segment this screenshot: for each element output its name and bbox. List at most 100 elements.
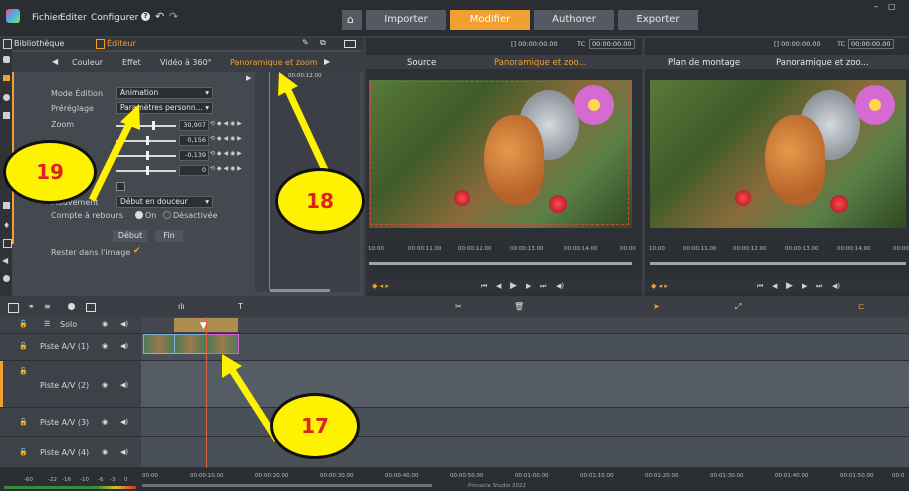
volume-icon[interactable]: ◀) bbox=[556, 282, 564, 290]
lock-icon[interactable]: 🔓 bbox=[19, 320, 28, 328]
start-button[interactable]: Début bbox=[113, 230, 147, 242]
track-4-lane[interactable] bbox=[141, 437, 909, 468]
speaker-icon[interactable]: ◀) bbox=[120, 448, 128, 456]
x-keyframe-controls[interactable]: ⟲ ◆ ◀ ◉ ▶ bbox=[210, 135, 242, 142]
maximize-icon[interactable]: ▢ bbox=[888, 2, 896, 11]
timeline-tc-field[interactable]: 00:00:00.00 bbox=[848, 39, 894, 49]
speaker-tool-icon[interactable]: ◀ bbox=[2, 256, 8, 265]
checkmark-icon[interactable]: ✔ bbox=[133, 246, 141, 256]
help-icon[interactable]: ? bbox=[141, 12, 150, 21]
menu-configure[interactable]: Configurer bbox=[91, 13, 138, 23]
visibility-icon[interactable]: ◉ bbox=[102, 418, 108, 426]
timeline-clip[interactable] bbox=[143, 334, 175, 354]
source-ruler[interactable]: 10:00 00:00:11.00 00:00:12.00 00:00:13.0… bbox=[366, 244, 642, 258]
audio-wave-icon[interactable]: ılı bbox=[178, 302, 185, 311]
menu-edit[interactable]: Editer bbox=[60, 13, 87, 23]
tab-timeline[interactable]: Plan de montage bbox=[668, 58, 740, 68]
countdown-on-radio[interactable] bbox=[135, 211, 143, 219]
volume-icon[interactable]: ◀) bbox=[832, 282, 840, 290]
lock-icon[interactable]: 🔓 bbox=[19, 448, 28, 456]
timeline-scrollbar[interactable] bbox=[142, 484, 432, 487]
nav-edit-button[interactable]: Modifier bbox=[450, 10, 530, 30]
x-slider-thumb[interactable] bbox=[146, 136, 149, 145]
keyframe-icon[interactable]: ◆ ◂ ▸ bbox=[372, 282, 389, 290]
movement-select[interactable]: Début en douceur ▾ bbox=[116, 196, 213, 208]
layout-icon[interactable] bbox=[344, 40, 356, 48]
step-back-icon[interactable]: ◀ bbox=[496, 282, 501, 290]
timeline-settings-icon[interactable] bbox=[8, 303, 19, 313]
go-start-icon[interactable]: ⏮ bbox=[757, 282, 763, 291]
undo-icon[interactable]: ↶ bbox=[155, 10, 164, 23]
zoom-keyframe-controls[interactable]: ⟲ ◆ ◀ ◉ ▶ bbox=[210, 120, 242, 127]
track-add-icon[interactable]: ≡ bbox=[44, 302, 51, 311]
visibility-icon[interactable]: ◉ bbox=[102, 320, 108, 328]
title-tool-icon[interactable]: T bbox=[238, 302, 243, 311]
source-tc-field[interactable]: 00:00:00.00 bbox=[589, 39, 635, 49]
speaker-icon[interactable]: ◀) bbox=[120, 342, 128, 350]
zoom-value[interactable]: 30,907 bbox=[179, 120, 209, 131]
countdown-off-radio[interactable] bbox=[163, 211, 171, 219]
keyframe-icon[interactable]: ◆ ◂ ▸ bbox=[651, 282, 668, 290]
tabs-prev-icon[interactable]: ◀ bbox=[52, 57, 58, 66]
transition-tool-icon[interactable] bbox=[3, 202, 10, 209]
marker-icon[interactable] bbox=[68, 303, 75, 310]
nav-author-button[interactable]: Authorer bbox=[534, 10, 614, 30]
x-value[interactable]: 0,156 bbox=[179, 135, 209, 146]
track-2-lane[interactable] bbox=[141, 361, 909, 408]
tabs-next-icon[interactable]: ▶ bbox=[324, 57, 330, 66]
step-back-icon[interactable]: ◀ bbox=[772, 282, 777, 290]
cursor-icon[interactable]: ➤ bbox=[653, 302, 660, 311]
tab-timeline-pan-zoom[interactable]: Panoramique et zoo... bbox=[776, 58, 869, 68]
speaker-icon[interactable]: ◀) bbox=[120, 381, 128, 389]
disc-tool-icon[interactable] bbox=[3, 275, 10, 282]
media-tool-icon[interactable] bbox=[3, 112, 10, 119]
end-button[interactable]: Fin bbox=[155, 230, 183, 242]
home-button[interactable]: ⌂ bbox=[342, 10, 362, 30]
menu-file[interactable]: Fichier bbox=[32, 13, 61, 23]
effect-tool-icon[interactable] bbox=[3, 94, 10, 101]
play-icon[interactable]: ▶ bbox=[786, 281, 793, 291]
library-tab[interactable]: Bibliothèque bbox=[14, 39, 64, 48]
timeline-playhead[interactable] bbox=[206, 317, 207, 477]
timeline-clip[interactable] bbox=[174, 334, 207, 354]
zoom-slider[interactable] bbox=[116, 125, 176, 127]
zoom-slider-thumb[interactable] bbox=[152, 121, 155, 130]
speaker-icon[interactable]: ◀) bbox=[120, 320, 128, 328]
trash-icon[interactable]: 🗑 bbox=[514, 302, 524, 311]
go-end-icon[interactable]: ⏭ bbox=[816, 282, 822, 291]
go-end-icon[interactable]: ⏭ bbox=[540, 282, 546, 291]
timeline-pane-ruler[interactable]: 10:00 00:00:11.00 00:00:12.00 00:00:13.0… bbox=[645, 244, 909, 258]
rotation-value[interactable]: 0 bbox=[179, 165, 209, 176]
tab-source[interactable]: Source bbox=[407, 58, 436, 68]
edit-mode-select[interactable]: Animation ▾ bbox=[116, 87, 213, 99]
tab-effect[interactable]: Effet bbox=[122, 58, 141, 67]
zoom-frame[interactable] bbox=[370, 81, 629, 225]
source-preview-image[interactable] bbox=[369, 80, 632, 228]
go-start-icon[interactable]: ⏮ bbox=[481, 282, 487, 291]
folder-icon[interactable] bbox=[3, 75, 10, 81]
timeline-clip-selected[interactable] bbox=[206, 334, 239, 354]
zoom-fit-icon[interactable]: ⤢ bbox=[735, 302, 741, 312]
tab-source-pan-zoom[interactable]: Panoramique et zoo... bbox=[494, 58, 587, 68]
lock-icon[interactable]: 🔓 bbox=[19, 367, 28, 375]
track-1-lane[interactable] bbox=[141, 334, 909, 361]
step-forward-icon[interactable]: ▶ bbox=[802, 282, 807, 290]
editor-playhead[interactable] bbox=[269, 72, 270, 290]
lock-icon[interactable]: 🔓 bbox=[19, 342, 28, 350]
film-tool-icon[interactable] bbox=[3, 239, 12, 248]
visibility-icon[interactable]: ◉ bbox=[102, 381, 108, 389]
rotation-slider-thumb[interactable] bbox=[146, 166, 149, 175]
nav-import-button[interactable]: Importer bbox=[366, 10, 446, 30]
editor-scrollbar[interactable] bbox=[270, 289, 330, 292]
y-value[interactable]: -0,139 bbox=[179, 150, 209, 161]
tab-360-video[interactable]: Vidéo à 360° bbox=[160, 58, 212, 67]
y-slider-thumb[interactable] bbox=[146, 151, 149, 160]
play-icon[interactable]: ▶ bbox=[510, 281, 517, 291]
editor-play-icon[interactable]: ▶ bbox=[246, 74, 251, 82]
timeline-pane-scrub-bar[interactable] bbox=[650, 262, 906, 265]
step-forward-icon[interactable]: ▶ bbox=[526, 282, 531, 290]
link-icon[interactable]: ⚭ bbox=[28, 302, 35, 311]
color-tool-icon[interactable] bbox=[3, 56, 10, 63]
visibility-icon[interactable]: ◉ bbox=[102, 448, 108, 456]
lock-icon[interactable]: 🔓 bbox=[19, 418, 28, 426]
